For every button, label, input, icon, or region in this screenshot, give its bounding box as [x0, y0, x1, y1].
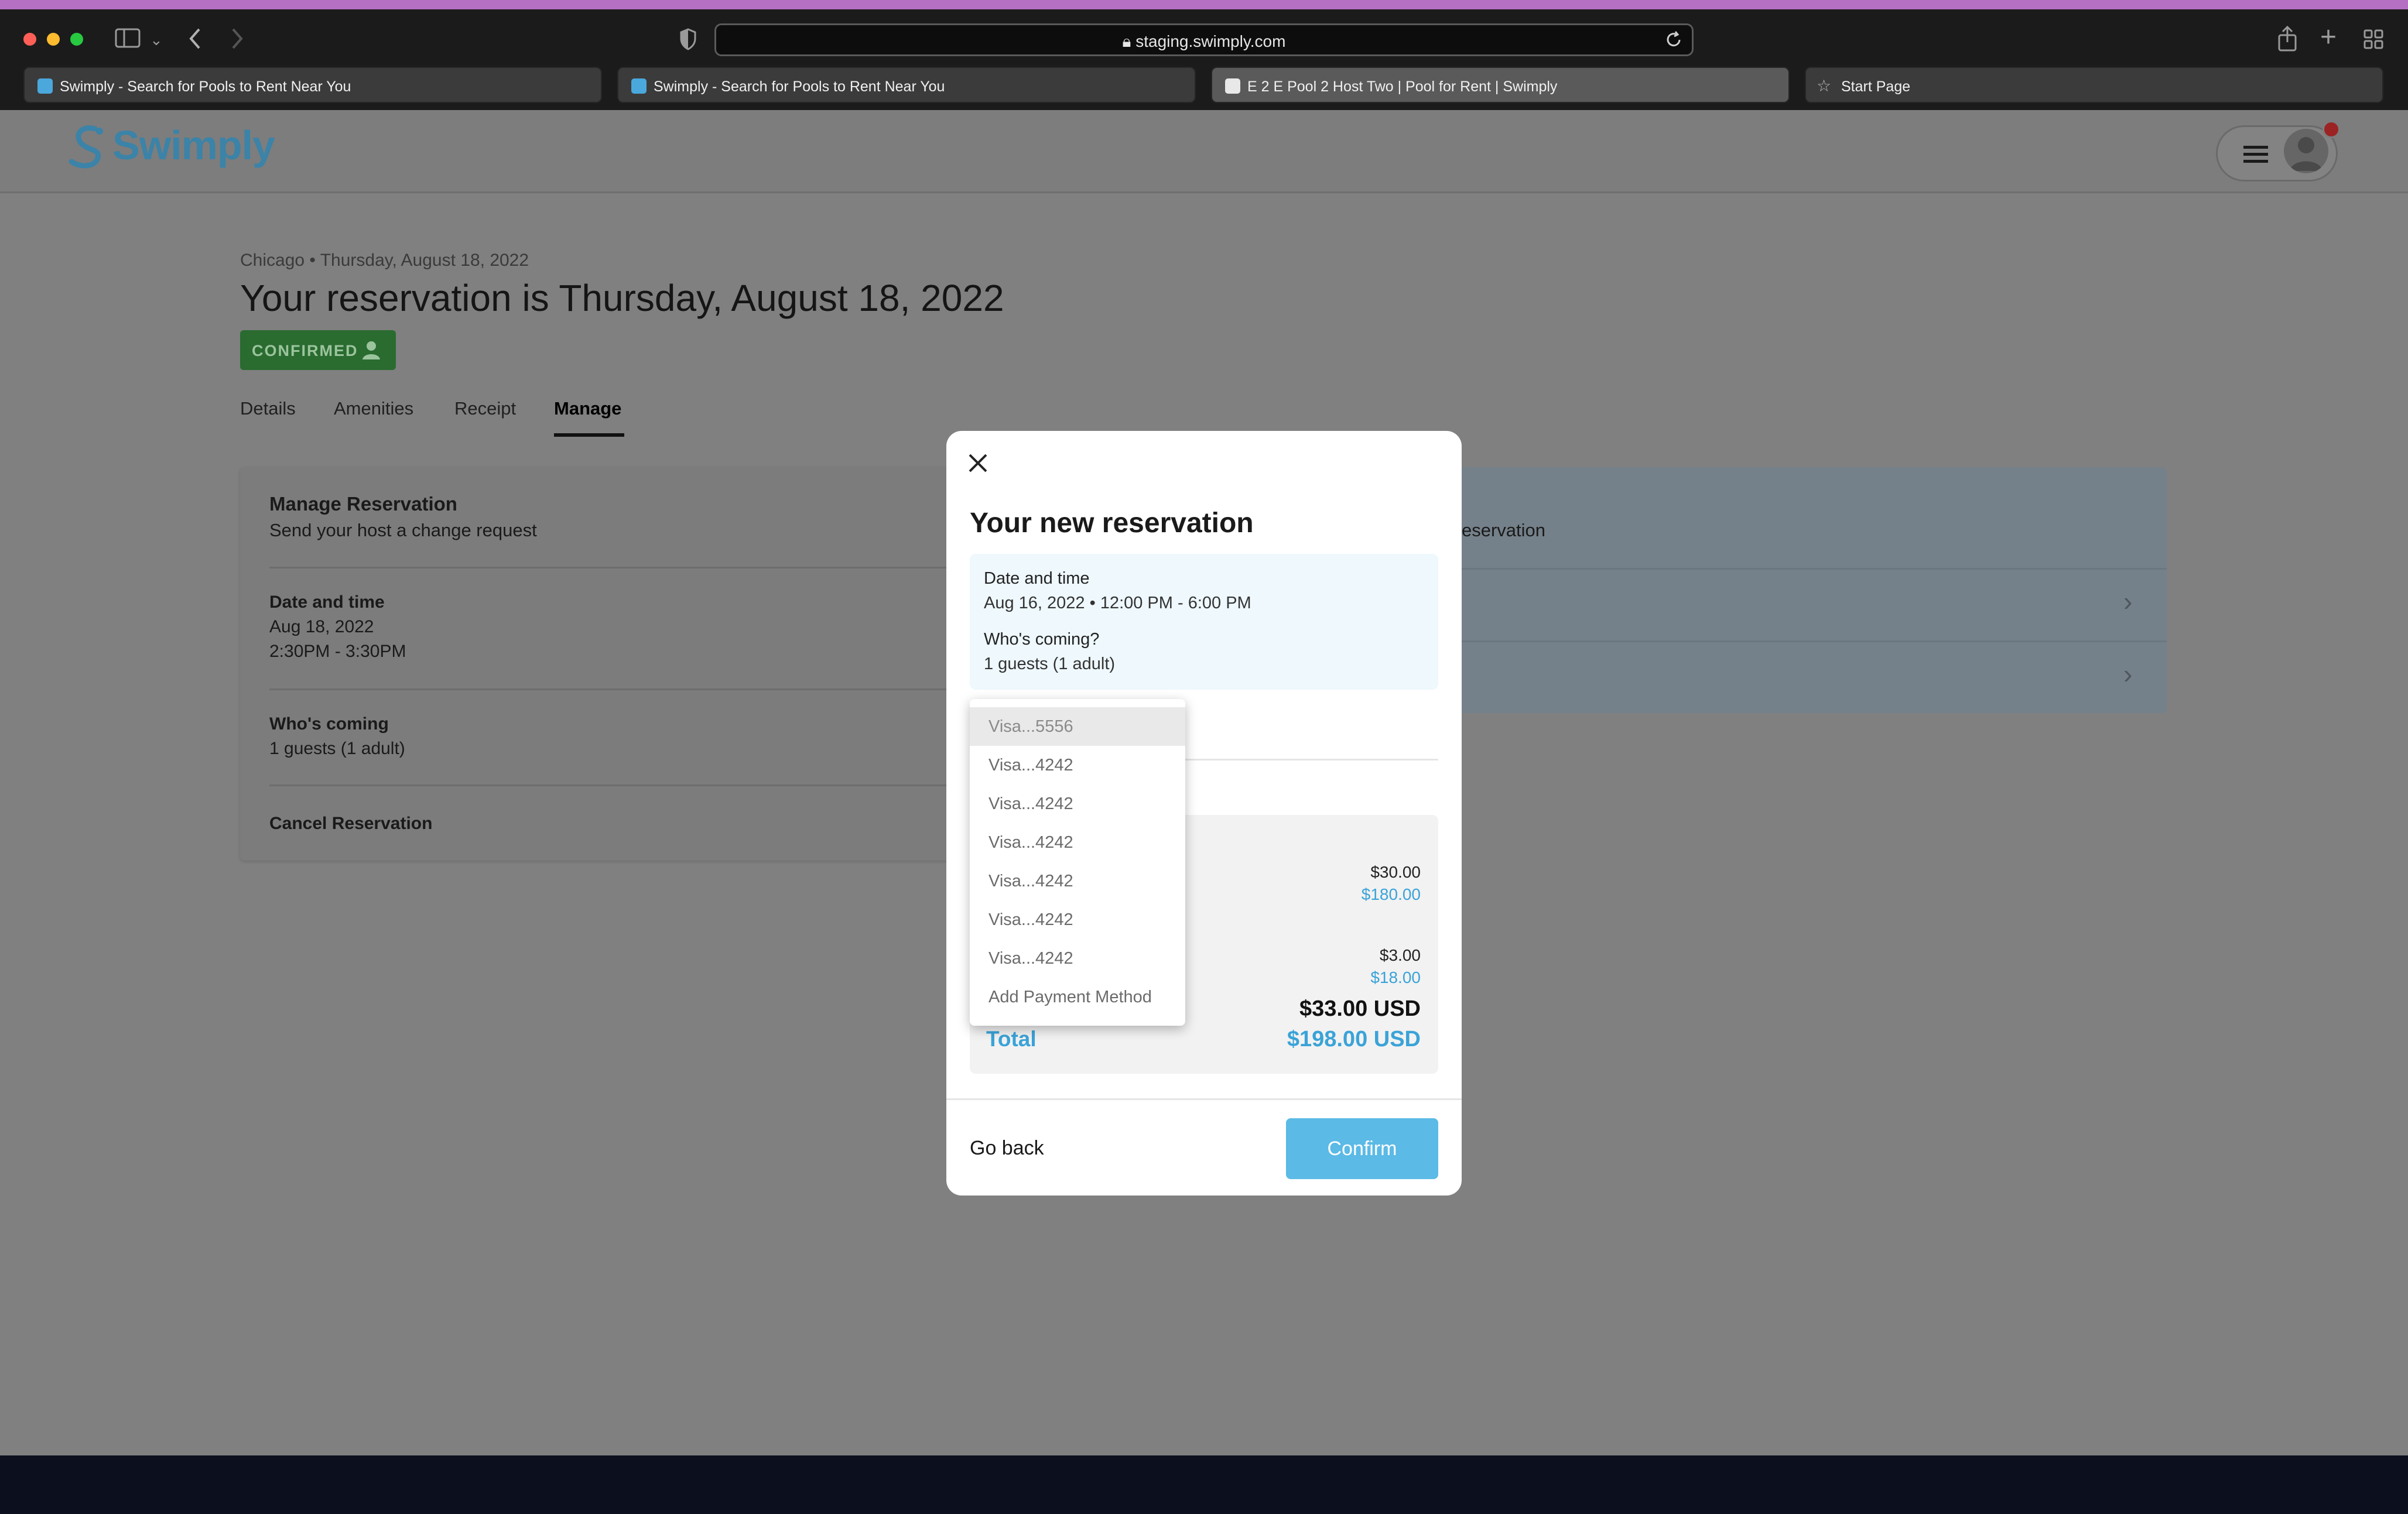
address-bar[interactable]: 🔒︎ staging.swimply.com: [714, 23, 1694, 56]
tab-receipt[interactable]: Receipt: [454, 398, 516, 419]
breadcrumb: Chicago • Thursday, August 18, 2022: [240, 251, 529, 270]
site-header: [0, 110, 2408, 193]
time-value: 2:30PM - 3:30PM: [269, 642, 406, 661]
payment-option[interactable]: Visa...4242: [970, 785, 1185, 823]
card-subtitle: Send your host a change request: [269, 520, 537, 540]
payment-option[interactable]: Visa...5556: [970, 707, 1185, 746]
tab-overview-icon[interactable]: [2363, 29, 2383, 52]
browser-tab-1[interactable]: Swimply - Search for Pools to Rent Near …: [23, 67, 602, 103]
add-payment-method-option[interactable]: Add Payment Method: [970, 978, 1185, 1016]
total-label: Total: [986, 1027, 1037, 1051]
active-tab-indicator: [554, 433, 624, 437]
chevron-right-icon[interactable]: ›: [2123, 585, 2132, 617]
tab-title: Swimply - Search for Pools to Rent Near …: [654, 78, 945, 95]
forward-arrow-icon[interactable]: [230, 27, 245, 53]
page-title: Your reservation is Thursday, August 18,…: [240, 277, 1004, 319]
browser-tab-2[interactable]: Swimply - Search for Pools to Rent Near …: [617, 67, 1196, 103]
payment-method-dropdown[interactable]: Visa...5556 Visa...4242 Visa...4242 Visa…: [970, 699, 1185, 1026]
reload-icon[interactable]: [1664, 30, 1684, 53]
right-panel-subtitle: eservation: [1462, 520, 1546, 540]
swimply-logo[interactable]: Swimply: [112, 122, 275, 169]
zoom-window-button[interactable]: [70, 33, 83, 46]
payment-option[interactable]: Visa...4242: [970, 862, 1185, 900]
url-text: 🔒︎ staging.swimply.com: [1122, 32, 1286, 50]
tab-manage[interactable]: Manage: [554, 398, 621, 419]
close-window-button[interactable]: [23, 33, 36, 46]
divider: [946, 1098, 1462, 1100]
modal-title: Your new reservation: [970, 508, 1254, 539]
window-top-strip: [0, 0, 2408, 9]
line2-new-price: $18.00: [1370, 968, 1421, 987]
cancel-reservation-link[interactable]: Cancel Reservation: [269, 814, 432, 834]
star-icon: ☆: [1817, 77, 1832, 95]
confirm-button[interactable]: Confirm: [1286, 1118, 1438, 1179]
date-time-row[interactable]: Date and time Aug 18, 2022 2:30PM - 3:30…: [240, 568, 996, 689]
notification-badge: [2323, 121, 2340, 138]
new-tab-icon[interactable]: +: [2320, 23, 2337, 52]
guests-value: 1 guests (1 adult): [269, 739, 405, 758]
browser-tab-3[interactable]: E 2 E Pool 2 Host Two | Pool for Rent | …: [1211, 67, 1790, 103]
guests-value: 1 guests (1 adult): [984, 655, 1116, 673]
go-back-button[interactable]: Go back: [970, 1137, 1044, 1160]
browser-tab-4[interactable]: ☆ Start Page: [1805, 67, 2383, 103]
reservation-summary: Date and time Aug 16, 2022 • 12:00 PM - …: [970, 554, 1438, 690]
new-total: $198.00 USD: [1287, 1027, 1421, 1051]
tab-title: Swimply - Search for Pools to Rent Near …: [60, 78, 351, 95]
line1-new-price: $180.00: [1361, 885, 1421, 903]
shield-icon[interactable]: [679, 28, 697, 53]
guests-label: Who's coming?: [984, 630, 1100, 649]
divider: [1405, 640, 2167, 642]
swimply-favicon-icon: [631, 78, 647, 94]
back-arrow-icon[interactable]: [187, 27, 203, 53]
page-footer: [0, 1455, 2408, 1514]
swimply-favicon-icon: [37, 78, 53, 94]
guests-row[interactable]: Who's coming 1 guests (1 adult): [240, 690, 996, 785]
payment-option[interactable]: Visa...4242: [970, 823, 1185, 862]
payment-option[interactable]: Visa...4242: [970, 746, 1185, 785]
tab-amenities[interactable]: Amenities: [334, 398, 413, 419]
payment-option[interactable]: Visa...4242: [970, 900, 1185, 939]
status-badge-label: CONFIRMED: [252, 342, 358, 359]
line2-old-price: $3.00: [1379, 946, 1421, 964]
divider: [1405, 568, 2167, 570]
manage-reservation-card: Manage Reservation Send your host a chan…: [240, 467, 996, 861]
minimize-window-button[interactable]: [47, 33, 60, 46]
swimply-logo-icon[interactable]: [66, 123, 112, 175]
date-value: Aug 18, 2022: [269, 617, 374, 636]
person-icon: [361, 340, 382, 364]
guests-label: Who's coming: [269, 714, 389, 734]
lock-icon: 🔒︎: [1122, 32, 1136, 50]
close-icon[interactable]: [966, 447, 990, 480]
divider: [269, 785, 996, 786]
payment-option[interactable]: Visa...4242: [970, 939, 1185, 978]
chevron-right-icon[interactable]: ›: [2123, 658, 2132, 690]
date-time-label: Date and time: [984, 569, 1090, 588]
tab-details[interactable]: Details: [240, 398, 296, 419]
tab-title: Start Page: [1841, 78, 1911, 95]
tab-title: E 2 E Pool 2 Host Two | Pool for Rent | …: [1247, 78, 1558, 95]
card-title: Manage Reservation: [269, 493, 457, 515]
right-panel-card: eservation › ›: [1405, 467, 2167, 713]
line1-old-price: $30.00: [1370, 863, 1421, 881]
close-tab-icon[interactable]: [1225, 78, 1240, 94]
hamburger-menu-icon: [2243, 145, 2268, 167]
status-badge: CONFIRMED: [240, 330, 396, 370]
avatar[interactable]: [2284, 129, 2328, 173]
share-icon[interactable]: [2277, 25, 2298, 54]
old-total: $33.00 USD: [1299, 996, 1421, 1021]
chevron-down-icon[interactable]: ⌄: [150, 28, 163, 52]
date-time-value: Aug 16, 2022 • 12:00 PM - 6:00 PM: [984, 594, 1251, 612]
date-time-label: Date and time: [269, 592, 385, 612]
sidebar-toggle-icon[interactable]: [115, 28, 141, 51]
